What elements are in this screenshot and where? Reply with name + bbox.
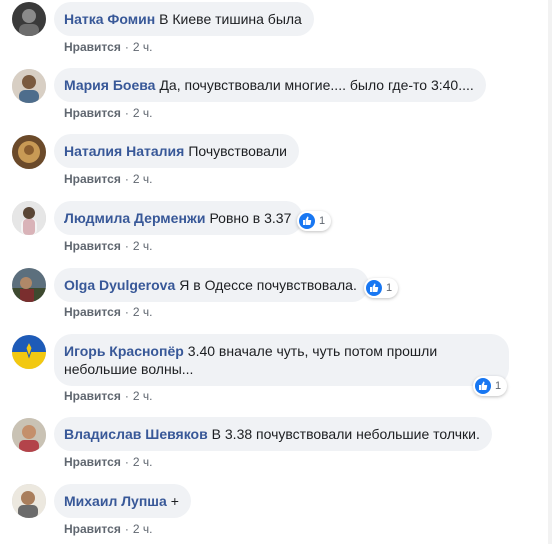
comment-text: + [170,493,179,509]
comment-time[interactable]: 2 ч. [133,239,153,253]
comment-text: В 3.38 почувствовали небольшие толчки. [211,426,480,442]
reaction-number: 1 [319,215,326,227]
separator: · [124,239,129,253]
like-link[interactable]: Нравится [64,389,121,403]
separator: · [124,389,129,403]
comment-bubble: Мария Боева Да, почувствовали многие.... … [54,68,486,102]
like-link[interactable]: Нравится [64,239,121,253]
comment-time[interactable]: 2 ч. [133,305,153,319]
thumbs-up-icon [366,280,382,296]
thumbs-up-icon [475,378,491,394]
comment-bubble: Владислав Шевяков В 3.38 почувствовали не… [54,417,492,451]
avatar[interactable] [12,268,46,302]
comment-actions: Нравится · 2 ч. [64,522,152,536]
comment-bubble: Olga Dyulgerova Я в Одессе почувствовала. [54,268,369,302]
like-link[interactable]: Нравится [64,40,121,54]
separator: · [124,522,129,536]
comment-actions: Нравится · 2 ч. [64,172,152,186]
comment-author[interactable]: Владислав Шевяков [64,426,208,442]
comment-text: Да, почувствовали многие.... было где-то… [159,77,474,93]
reaction-count[interactable]: 1 [364,278,399,298]
separator: · [124,106,129,120]
like-link[interactable]: Нравится [64,106,121,120]
comment-bubble: Натка Фомин В Киеве тишина была [54,2,314,36]
comment-actions: Нравится · 2 ч. [64,40,152,54]
comment-actions: Нравится · 2 ч. [64,455,152,469]
avatar[interactable] [12,335,46,369]
comment-time[interactable]: 2 ч. [133,106,153,120]
like-link[interactable]: Нравится [64,172,121,186]
comment-text: Ровно в 3.37 [209,210,292,226]
avatar[interactable] [12,418,46,452]
comment-author[interactable]: Мария Боева [64,77,155,93]
separator: · [124,40,129,54]
comment-time[interactable]: 2 ч. [133,389,153,403]
comment-bubble: Игорь Краснопёр 3.40 вначале чуть, чуть п… [54,334,509,386]
comment-author[interactable]: Натка Фомин [64,11,155,27]
avatar[interactable] [12,69,46,103]
comment-author[interactable]: Людмила Дерменжи [64,210,205,226]
like-link[interactable]: Нравится [64,522,121,536]
comment-author[interactable]: Olga Dyulgerova [64,277,175,293]
comment-text: Почувствовали [188,143,287,159]
comment-time[interactable]: 2 ч. [133,40,153,54]
comment-bubble: Михаил Лупша + [54,484,191,518]
separator: · [124,172,129,186]
scrollbar[interactable] [548,0,552,544]
comment-author[interactable]: Игорь Краснопёр [64,343,184,359]
comment-time[interactable]: 2 ч. [133,522,153,536]
separator: · [124,305,129,319]
thumbs-up-icon [299,213,315,229]
avatar[interactable] [12,2,46,36]
comment-time[interactable]: 2 ч. [133,172,153,186]
avatar[interactable] [12,135,46,169]
avatar[interactable] [12,201,46,235]
comment-actions: Нравится · 2 ч. [64,389,152,403]
comment-actions: Нравится · 2 ч. [64,305,152,319]
reaction-number: 1 [386,282,393,294]
avatar[interactable] [12,484,46,518]
separator: · [124,455,129,469]
reaction-number: 1 [495,380,502,392]
reaction-count[interactable]: 1 [297,211,332,231]
like-link[interactable]: Нравится [64,305,121,319]
comment-author[interactable]: Наталия Наталия [64,143,184,159]
comment-text: Я в Одессе почувствовала. [179,277,357,293]
like-link[interactable]: Нравится [64,455,121,469]
comment-bubble: Наталия Наталия Почувствовали [54,134,299,168]
reaction-count[interactable]: 1 [473,376,508,396]
comment-text: В Киеве тишина была [159,11,302,27]
comment-time[interactable]: 2 ч. [133,455,153,469]
comment-actions: Нравится · 2 ч. [64,106,152,120]
comment-bubble: Людмила Дерменжи Ровно в 3.37 [54,201,304,235]
comment-actions: Нравится · 2 ч. [64,239,152,253]
comment-author[interactable]: Михаил Лупша [64,493,167,509]
